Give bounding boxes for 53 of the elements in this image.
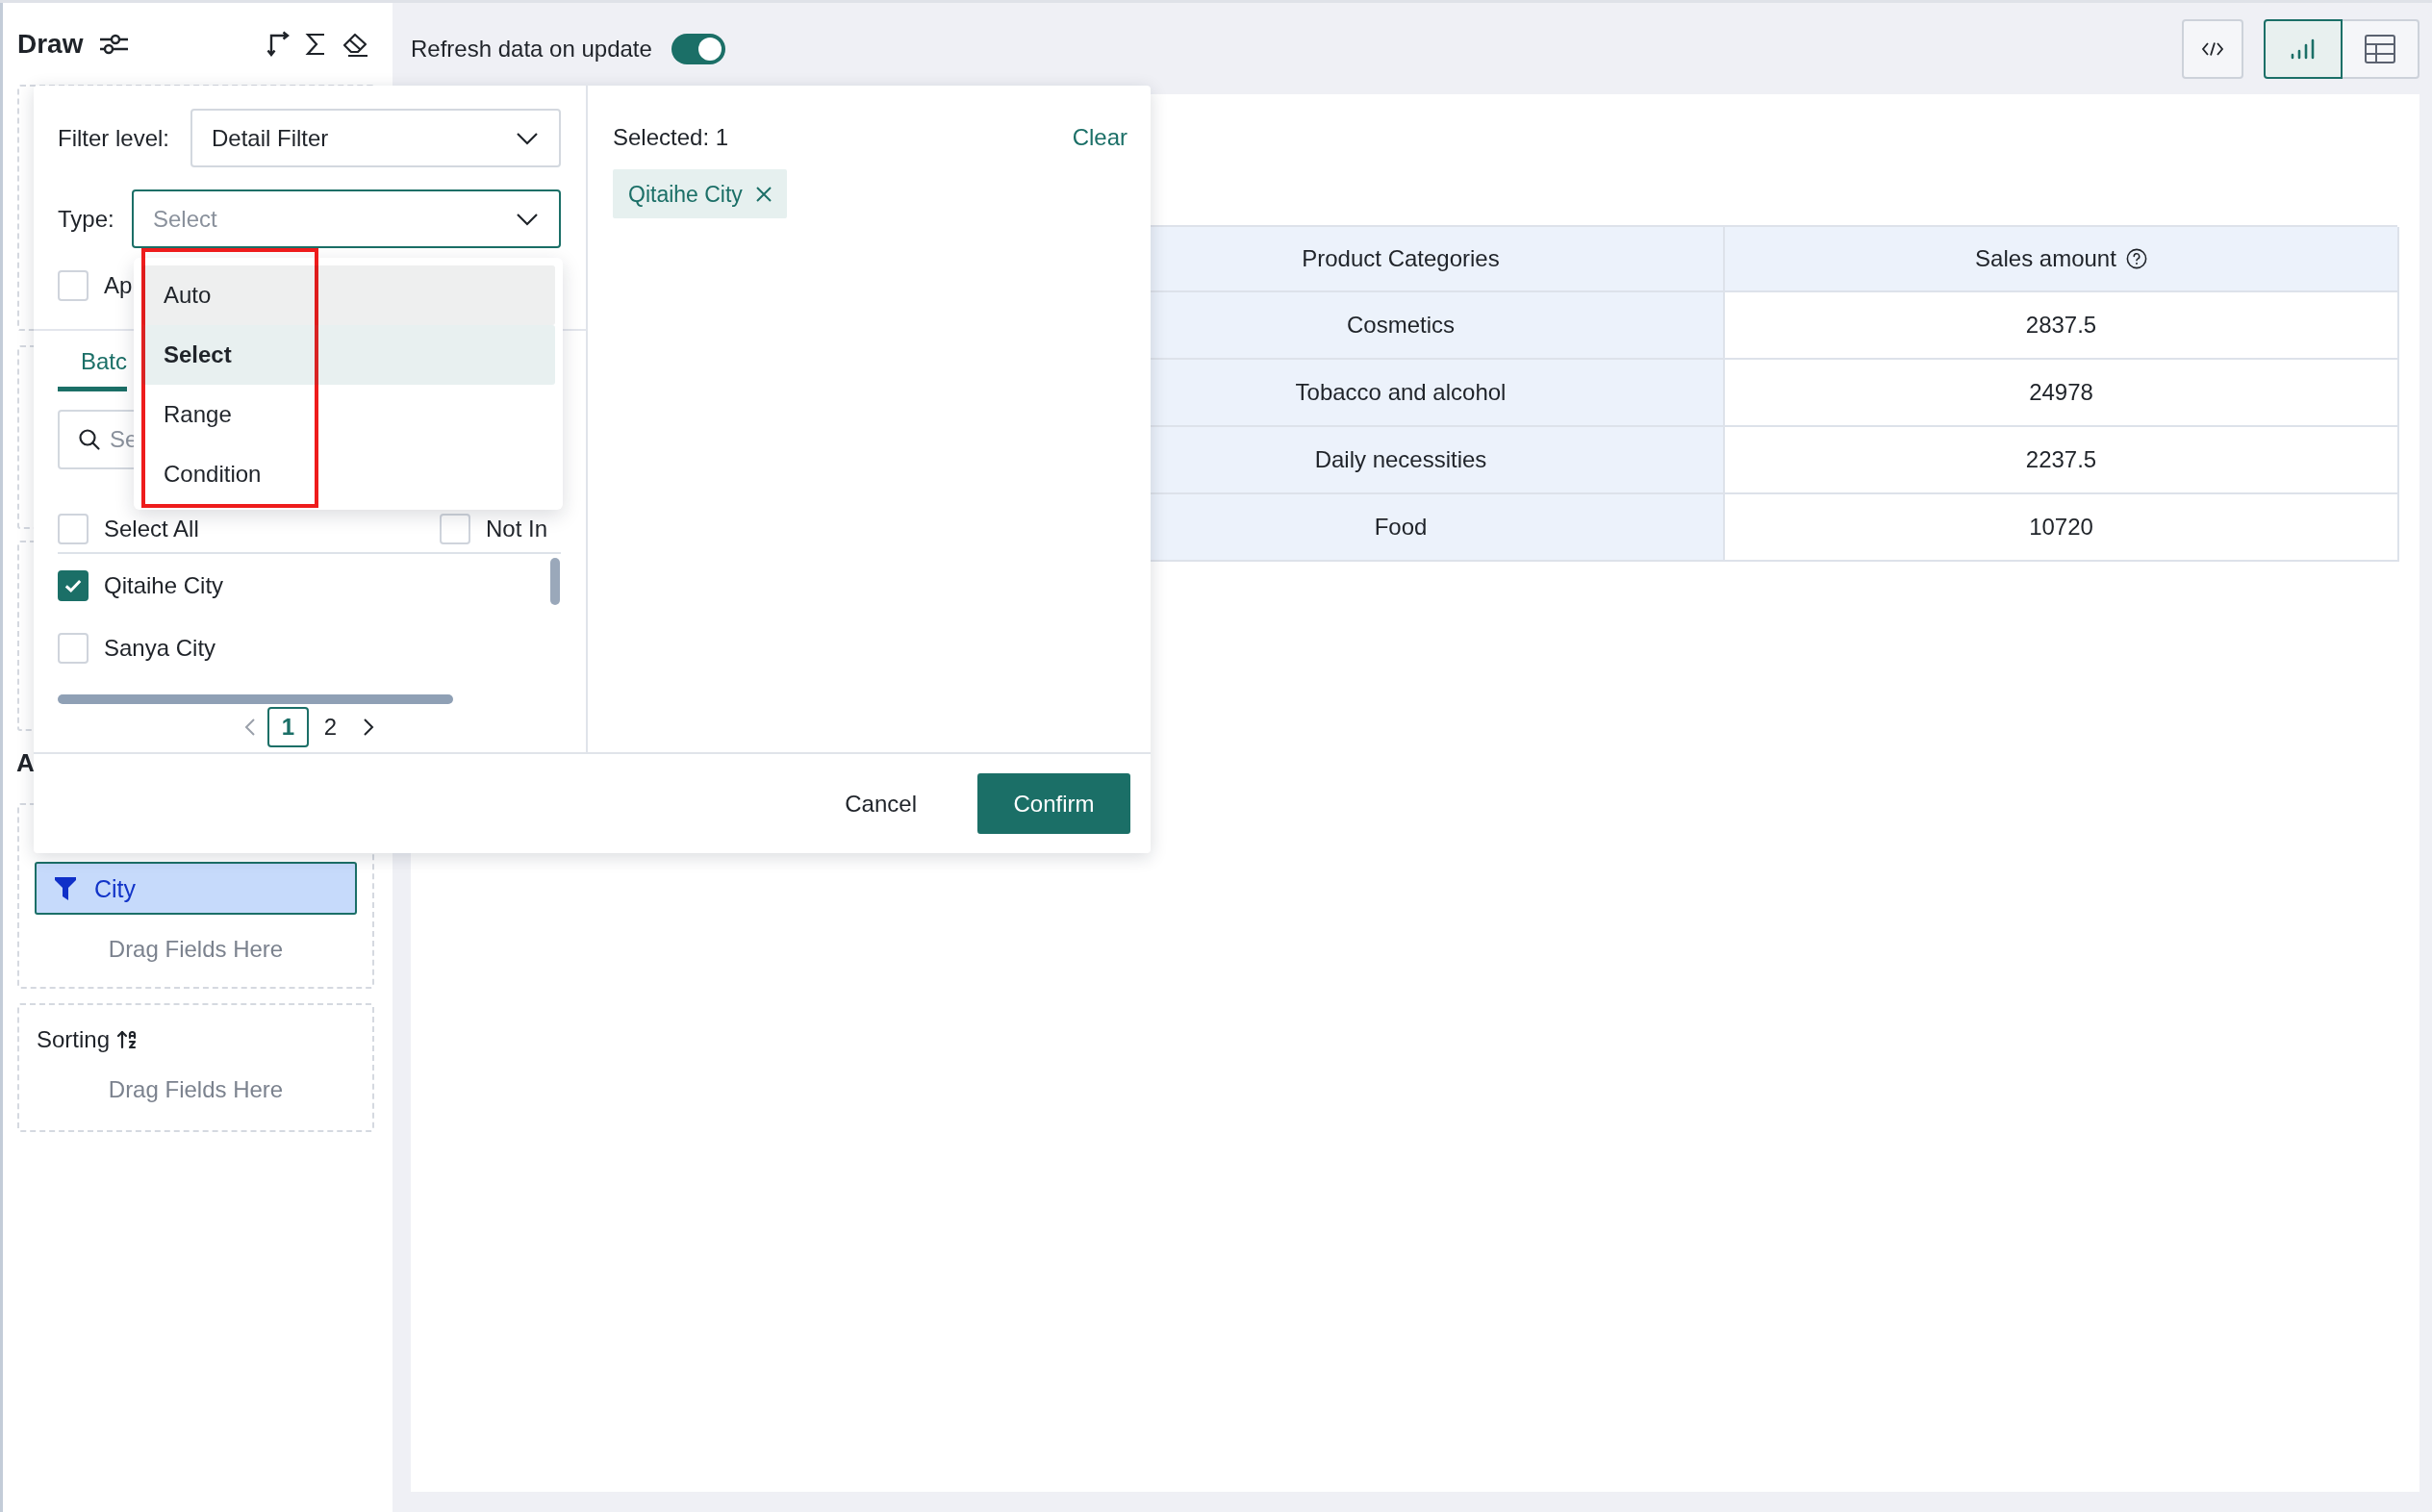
checkbox-label: Not In <box>485 515 547 543</box>
bar-chart-icon <box>2291 38 2316 60</box>
cancel-button[interactable]: Cancel <box>822 773 940 834</box>
check-icon <box>64 578 82 592</box>
filter-level-select[interactable]: Detail Filter <box>190 109 561 167</box>
toggle-switch[interactable] <box>671 33 725 64</box>
menu-option[interactable]: Select <box>142 325 555 385</box>
funnel-icon <box>55 876 76 900</box>
page-button[interactable]: 1 <box>267 707 309 747</box>
checkbox-label: Sanya City <box>104 633 216 663</box>
table-cell: 24978 <box>1725 360 2399 427</box>
chevron-right-icon[interactable] <box>364 718 373 736</box>
chevron-left-icon[interactable] <box>245 718 255 736</box>
search-icon <box>79 429 100 450</box>
help-icon[interactable] <box>2125 248 2147 269</box>
code-icon <box>2202 41 2223 56</box>
drop-hint: Drag Fields Here <box>108 1075 284 1104</box>
table-cell: 10720 <box>1725 494 2399 562</box>
vertical-scrollbar[interactable] <box>550 558 560 605</box>
table-cell: 2837.5 <box>1725 292 2399 360</box>
field-chip[interactable]: City <box>35 862 357 915</box>
checkbox-label: Ap <box>104 271 133 300</box>
chevron-down-icon <box>517 213 538 225</box>
table-icon <box>2365 34 2395 63</box>
chart-view-button[interactable] <box>2264 18 2343 79</box>
drop-hint: Drag Fields Here <box>108 935 284 964</box>
zone-title: Sorting <box>37 1025 111 1054</box>
confirm-button[interactable]: Confirm <box>977 773 1130 834</box>
section-heading: A <box>16 747 35 778</box>
clear-link[interactable]: Clear <box>1072 122 1127 153</box>
checkbox-label: Select All <box>104 515 199 543</box>
panel-title: Draw <box>17 27 84 61</box>
sliders-icon[interactable] <box>100 33 129 55</box>
field-label: City <box>94 873 137 903</box>
chevron-down-icon <box>517 132 538 144</box>
close-icon[interactable] <box>755 186 772 202</box>
toggle-label: Refresh data on update <box>411 34 652 63</box>
column-title: Product Categories <box>1302 244 1500 273</box>
sigma-icon[interactable] <box>306 32 325 56</box>
tag-label: Qitaihe City <box>628 180 743 208</box>
field-label: Type: <box>58 204 114 234</box>
menu-option[interactable]: Auto <box>142 265 555 325</box>
selected-count: Selected: 1 <box>613 123 729 152</box>
tab[interactable]: Batc <box>58 331 128 391</box>
checkbox[interactable] <box>58 569 89 601</box>
checkbox-label: Qitaihe City <box>104 570 224 600</box>
column-title: Sales amount <box>1975 244 2116 273</box>
horizontal-scrollbar[interactable] <box>58 694 453 704</box>
table-view-button[interactable] <box>2341 18 2419 79</box>
eraser-icon[interactable] <box>342 31 368 57</box>
corner-arrows-icon[interactable] <box>266 31 290 57</box>
table-cell: 2237.5 <box>1725 427 2399 494</box>
field-label: Filter level: <box>58 123 170 153</box>
